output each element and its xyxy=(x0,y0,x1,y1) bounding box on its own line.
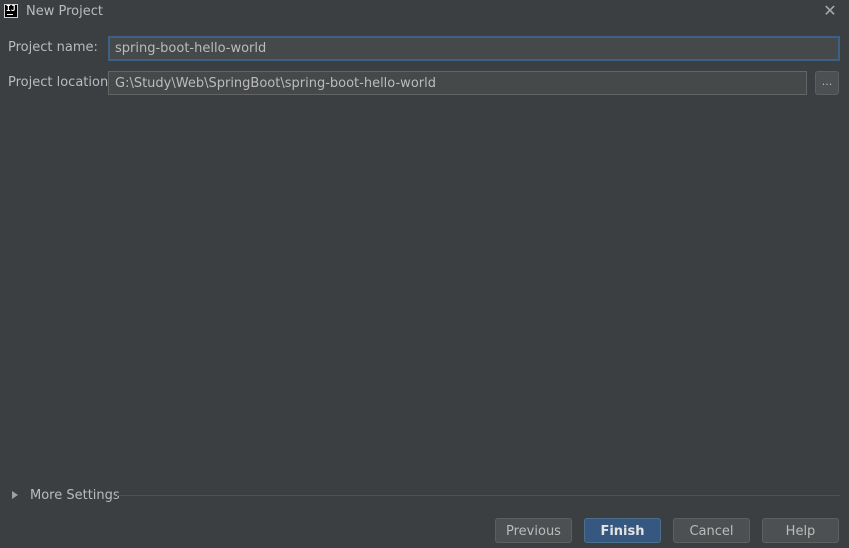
close-icon[interactable]: ✕ xyxy=(821,2,839,20)
window-title: New Project xyxy=(26,4,103,19)
project-name-label: Project name: xyxy=(8,40,98,55)
more-settings-label: More Settings xyxy=(30,487,120,503)
previous-button[interactable]: Previous xyxy=(495,518,572,543)
intellij-app-icon: IJ xyxy=(4,4,18,18)
project-location-input[interactable] xyxy=(108,71,807,95)
more-settings-toggle[interactable]: More Settings xyxy=(10,486,120,504)
finish-button[interactable]: Finish xyxy=(584,518,661,543)
help-button[interactable]: Help xyxy=(762,518,839,543)
project-location-label: Project location: xyxy=(8,75,113,90)
app-icon-text: IJ xyxy=(6,4,16,13)
project-name-input[interactable] xyxy=(108,36,840,61)
expand-triangle-icon xyxy=(12,491,18,499)
cancel-button[interactable]: Cancel xyxy=(673,518,750,543)
browse-location-button[interactable]: ... xyxy=(815,71,839,95)
title-bar: IJ New Project ✕ xyxy=(0,0,849,24)
more-settings-separator xyxy=(117,495,840,496)
